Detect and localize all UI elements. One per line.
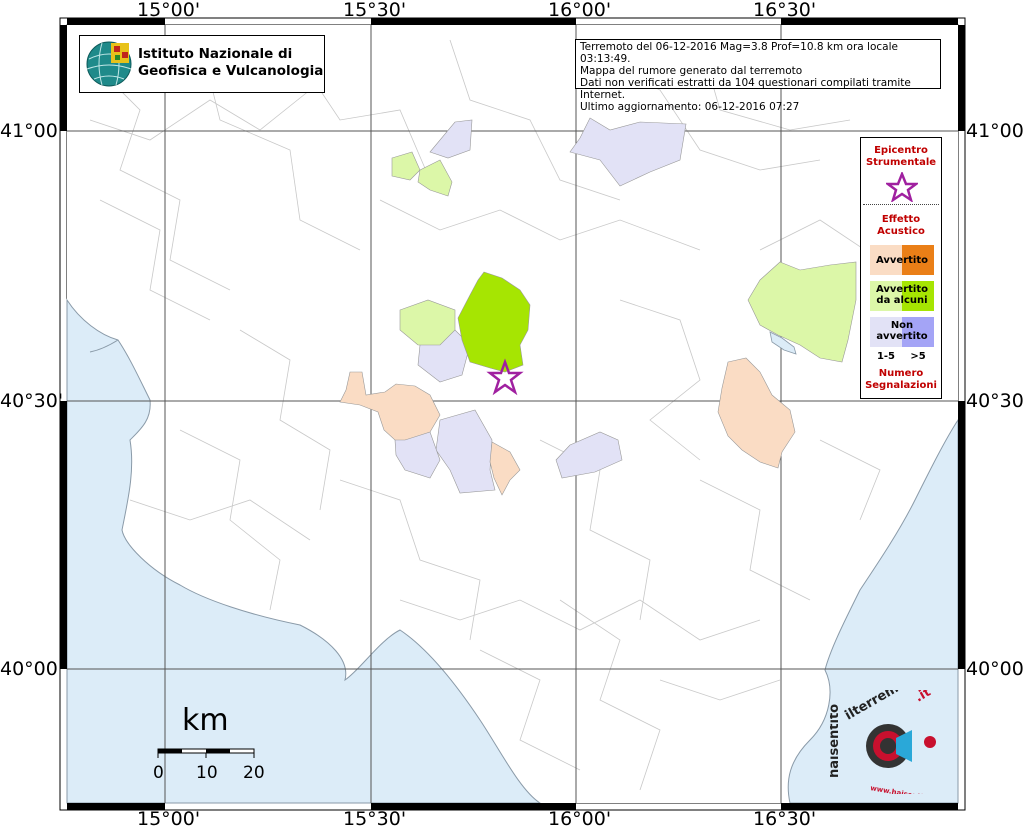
hai-logo-text-left: haisentito	[830, 704, 842, 778]
legend-alcuni-label: Avvertito da alcuni	[870, 284, 934, 306]
map-description: Mappa del rumore generato dal terremoto	[580, 65, 803, 77]
lon-label-bottom: 16°30'	[753, 808, 817, 830]
lon-label-top: 16°30'	[753, 0, 817, 21]
scale-unit: km	[182, 703, 229, 738]
legend-non-label: Non avvertito	[870, 320, 934, 342]
logo-line: Istituto Nazionale di	[138, 46, 293, 62]
event-description: Terremoto del 06-12-2016 Mag=3.8 Prof=10…	[580, 41, 898, 65]
lat-label-left: 40°00'	[0, 658, 64, 680]
map-legend: Epicentro Strumentale Effetto Acustico A…	[860, 137, 942, 399]
legend-count-title: Numero Segnalazioni	[861, 368, 941, 392]
legend-text: Avvertito	[876, 284, 928, 295]
ingv-logo: Istituto Nazionale di Geofisica e Vulcan…	[79, 35, 325, 93]
legend-avvertito-label: Avvertito	[876, 255, 928, 266]
scale-tick: 20	[243, 763, 265, 783]
legend-text: Acustico	[877, 226, 925, 237]
legend-star-icon	[886, 172, 918, 202]
legend-effect-title: Effetto Acustico	[861, 214, 941, 238]
lon-label-top: 15°30'	[343, 0, 407, 21]
logo-text: Istituto Nazionale di Geofisica e Vulcan…	[138, 46, 323, 80]
legend-text: Numero	[878, 368, 924, 379]
lon-label-bottom: 15°00'	[137, 808, 201, 830]
lon-label-bottom: 16°00'	[548, 808, 612, 830]
lat-label-left: 40°30'	[0, 390, 64, 412]
ingv-globe-icon	[86, 41, 132, 87]
legend-text: Segnalazioni	[865, 380, 937, 391]
scale-tick: 10	[196, 763, 218, 783]
logo-line: Geofisica e Vulcanologia	[138, 63, 324, 79]
legend-text: Epicentro	[874, 145, 928, 156]
lat-label-right: 40°00'	[966, 658, 1024, 680]
legend-text: Non	[890, 320, 914, 331]
last-update: Ultimo aggiornamento: 06-12-2016 07:27	[580, 101, 800, 113]
legend-text: avvertito	[876, 331, 928, 342]
haisentito-logo: haisentito ilterremoto .it www.haisentit…	[830, 690, 948, 794]
scale-tick: 0	[153, 763, 164, 783]
lon-label-bottom: 15°30'	[343, 808, 407, 830]
legend-divider	[863, 204, 939, 205]
event-info-box: Terremoto del 06-12-2016 Mag=3.8 Prof=10…	[575, 39, 941, 113]
hai-logo-text-top: ilterremoto	[843, 690, 923, 723]
legend-text: da alcuni	[876, 295, 928, 306]
legend-range-high: >5	[910, 351, 926, 362]
legend-range-low: 1-5	[876, 351, 896, 362]
hai-logo-url: www.haisentitoilterremoto.it	[870, 784, 948, 794]
legend-text: Strumentale	[865, 157, 937, 168]
lat-label-right: 40°30'	[966, 390, 1024, 412]
lat-label-right: 41°00'	[966, 120, 1024, 142]
data-note: Dati non verificati estratti da 104 ques…	[580, 77, 911, 101]
lon-label-top: 16°00'	[548, 0, 612, 21]
hai-logo-suffix: .it	[913, 690, 934, 705]
legend-text: Effetto	[881, 214, 921, 225]
legend-epicenter-title: Epicentro Strumentale	[861, 145, 941, 169]
lat-label-left: 41°00'	[0, 120, 64, 142]
lon-label-top: 15°00'	[137, 0, 201, 21]
